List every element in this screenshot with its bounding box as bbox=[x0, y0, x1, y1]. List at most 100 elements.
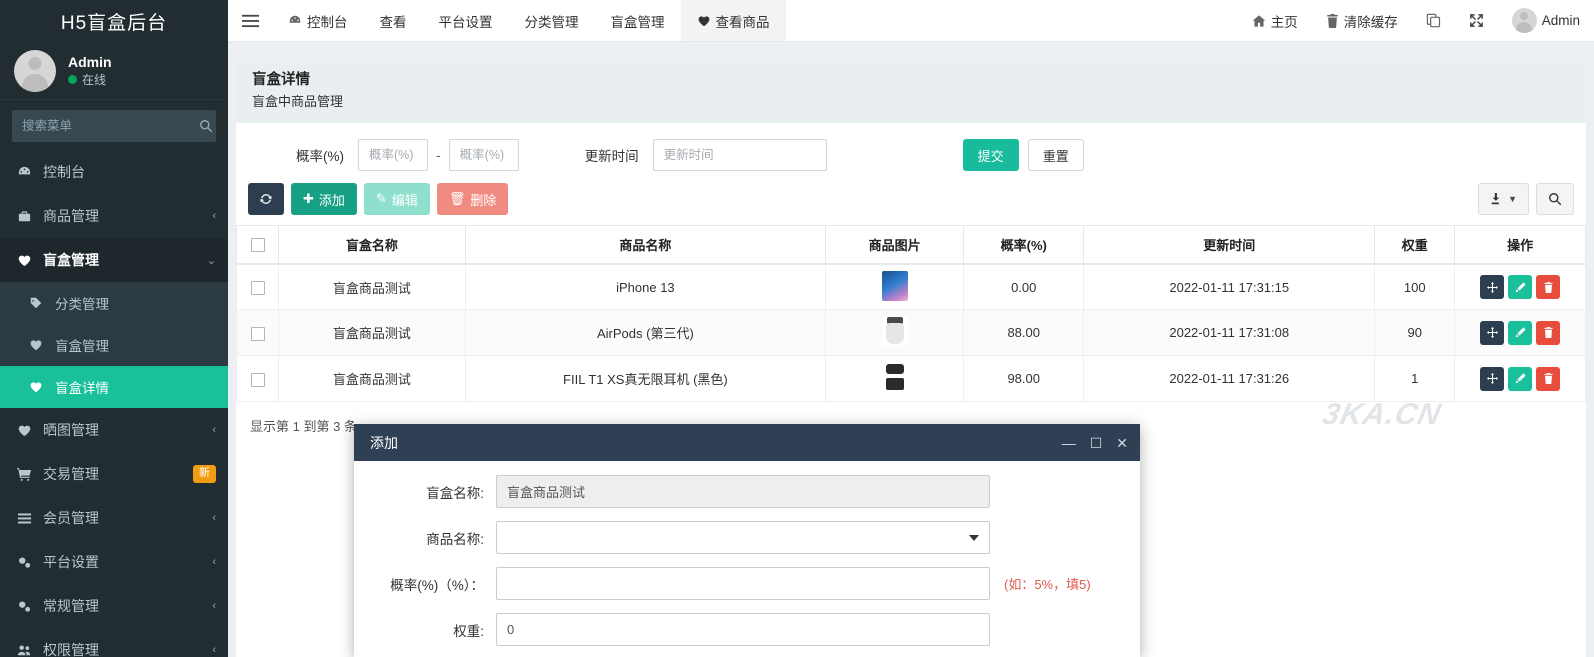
sidebar-item-permission-management[interactable]: 权限管理 ‹ bbox=[0, 628, 228, 657]
cell-update-time: 2022-01-11 17:31:15 bbox=[1084, 264, 1375, 310]
fullscreen-icon bbox=[1469, 13, 1484, 28]
table-row[interactable]: 盲盒商品测试 AirPods (第三代) 88.00 2022-01-11 17… bbox=[237, 310, 1586, 356]
modal-field-product-name: 商品名称: bbox=[354, 521, 1140, 554]
sidebar-toggle-button[interactable] bbox=[228, 0, 272, 41]
product-name-select[interactable] bbox=[496, 521, 990, 554]
edit-row-button[interactable] bbox=[1508, 367, 1532, 391]
add-button[interactable]: ✚ 添加 bbox=[291, 183, 357, 215]
select-all-checkbox[interactable] bbox=[251, 238, 265, 252]
field-label: 商品名称: bbox=[354, 528, 496, 548]
product-thumbnail[interactable] bbox=[882, 316, 908, 346]
table-header-row: 盲盒名称 商品名称 商品图片 概率(%) 更新时间 权重 操作 bbox=[237, 226, 1586, 264]
row-checkbox[interactable] bbox=[251, 327, 265, 341]
select-all-header bbox=[237, 226, 279, 264]
edit-button[interactable]: ✎ 编辑 bbox=[364, 183, 430, 215]
gears-icon bbox=[17, 555, 39, 570]
sidebar-item-dashboard[interactable]: 控制台 bbox=[0, 150, 228, 194]
maximize-icon[interactable]: ☐ bbox=[1090, 436, 1103, 450]
weight-input[interactable] bbox=[496, 613, 990, 646]
box-icon bbox=[29, 380, 51, 394]
fullscreen-button[interactable] bbox=[1455, 0, 1498, 41]
product-thumbnail[interactable] bbox=[882, 362, 908, 392]
tab-label: 分类管理 bbox=[525, 11, 579, 31]
delete-row-button[interactable] bbox=[1536, 275, 1560, 299]
sidebar-item-blindbox-detail[interactable]: 盲盒详情 bbox=[0, 366, 228, 408]
edit-row-button[interactable] bbox=[1508, 321, 1532, 345]
sidebar-item-transaction-management[interactable]: 交易管理 新 bbox=[0, 452, 228, 496]
row-select-cell bbox=[237, 264, 279, 310]
tab-platform-settings[interactable]: 平台设置 bbox=[423, 0, 509, 41]
update-time-input[interactable] bbox=[653, 139, 827, 171]
sidebar-item-product-management[interactable]: 商品管理 ‹ bbox=[0, 194, 228, 238]
reset-button[interactable]: 重置 bbox=[1028, 139, 1084, 171]
table-toolbar: ✚ 添加 ✎ 编辑 🗑 删除 bbox=[236, 183, 1586, 225]
box-name-input[interactable] bbox=[496, 475, 990, 508]
sidebar-item-label: 商品管理 bbox=[43, 206, 212, 226]
chevron-left-icon: ‹ bbox=[212, 556, 216, 568]
delete-row-button[interactable] bbox=[1536, 321, 1560, 345]
sidebar-submenu: 分类管理 盲盒管理 盲盒详情 bbox=[0, 282, 228, 408]
row-checkbox[interactable] bbox=[251, 373, 265, 387]
search-submit-button[interactable] bbox=[193, 110, 219, 142]
tab-view[interactable]: 查看 bbox=[364, 0, 423, 41]
cell-weight: 1 bbox=[1375, 356, 1455, 402]
sidebar-item-label: 晒图管理 bbox=[43, 420, 212, 440]
column-header-probability[interactable]: 概率(%) bbox=[964, 226, 1084, 264]
tab-blindbox-management[interactable]: 盲盒管理 bbox=[595, 0, 681, 41]
column-header-update-time[interactable]: 更新时间 bbox=[1084, 226, 1375, 264]
probability-input[interactable] bbox=[496, 567, 990, 600]
sidebar-item-category-management[interactable]: 分类管理 bbox=[0, 282, 228, 324]
product-thumbnail[interactable] bbox=[882, 271, 908, 301]
export-icon bbox=[1490, 192, 1504, 206]
column-header-box-name[interactable]: 盲盒名称 bbox=[279, 226, 466, 264]
brand-title: H5盲盒后台 bbox=[0, 0, 228, 42]
clear-cache-button[interactable]: 清除缓存 bbox=[1312, 0, 1412, 41]
field-label: 盲盒名称: bbox=[354, 482, 496, 502]
probability-max-input[interactable] bbox=[449, 139, 519, 171]
field-label: 权重: bbox=[354, 620, 496, 640]
home-button[interactable]: 主页 bbox=[1238, 0, 1312, 41]
toolbar-right: ▼ bbox=[1478, 183, 1574, 215]
sidebar-user-panel[interactable]: Admin 在线 bbox=[0, 42, 228, 100]
submit-button[interactable]: 提交 bbox=[963, 139, 1019, 171]
close-icon[interactable]: ✕ bbox=[1116, 436, 1128, 450]
sidebar-item-blindbox-sub[interactable]: 盲盒管理 bbox=[0, 324, 228, 366]
list-icon bbox=[17, 511, 39, 526]
delete-button[interactable]: 🗑 删除 bbox=[437, 183, 509, 215]
cell-probability: 88.00 bbox=[964, 310, 1084, 356]
column-header-product-name[interactable]: 商品名称 bbox=[465, 226, 825, 264]
data-table: 盲盒名称 商品名称 商品图片 概率(%) 更新时间 权重 操作 盲盒商品测试 bbox=[236, 225, 1586, 402]
copy-button[interactable] bbox=[1412, 0, 1455, 41]
table-search-button[interactable] bbox=[1536, 183, 1574, 215]
sidebar-item-general-management[interactable]: 常规管理 ‹ bbox=[0, 584, 228, 628]
tab-view-products[interactable]: 查看商品 bbox=[681, 0, 786, 41]
tab-dashboard[interactable]: 控制台 bbox=[272, 0, 364, 41]
caret-down-icon: ▼ bbox=[1508, 194, 1517, 204]
refresh-button[interactable] bbox=[248, 183, 284, 215]
trash-icon bbox=[1543, 373, 1554, 384]
filter-form: 概率(%) - 更新时间 提交 重置 bbox=[236, 123, 1586, 183]
delete-row-button[interactable] bbox=[1536, 367, 1560, 391]
sidebar-item-photo-management[interactable]: 晒图管理 ‹ bbox=[0, 408, 228, 452]
move-row-button[interactable] bbox=[1480, 321, 1504, 345]
sidebar-item-member-management[interactable]: 会员管理 ‹ bbox=[0, 496, 228, 540]
row-checkbox[interactable] bbox=[251, 281, 265, 295]
cell-box-name: 盲盒商品测试 bbox=[279, 356, 466, 402]
user-menu-button[interactable]: Admin bbox=[1498, 0, 1594, 41]
sidebar-item-platform-settings[interactable]: 平台设置 ‹ bbox=[0, 540, 228, 584]
table-row[interactable]: 盲盒商品测试 iPhone 13 0.00 2022-01-11 17:31:1… bbox=[237, 264, 1586, 310]
sidebar-item-label: 平台设置 bbox=[43, 552, 212, 572]
minimize-icon[interactable]: — bbox=[1062, 436, 1076, 450]
move-icon bbox=[1487, 373, 1498, 384]
search-input[interactable] bbox=[12, 119, 193, 133]
move-row-button[interactable] bbox=[1480, 367, 1504, 391]
table-row[interactable]: 盲盒商品测试 FIIL T1 XS真无限耳机 (黑色) 98.00 2022-0… bbox=[237, 356, 1586, 402]
sidebar-item-blindbox-management[interactable]: 盲盒管理 ⌄ bbox=[0, 238, 228, 282]
column-header-weight[interactable]: 权重 bbox=[1375, 226, 1455, 264]
edit-row-button[interactable] bbox=[1508, 275, 1532, 299]
tab-category-management[interactable]: 分类管理 bbox=[509, 0, 595, 41]
probability-min-input[interactable] bbox=[358, 139, 428, 171]
move-row-button[interactable] bbox=[1480, 275, 1504, 299]
export-button[interactable]: ▼ bbox=[1478, 183, 1529, 215]
column-header-product-image[interactable]: 商品图片 bbox=[826, 226, 964, 264]
